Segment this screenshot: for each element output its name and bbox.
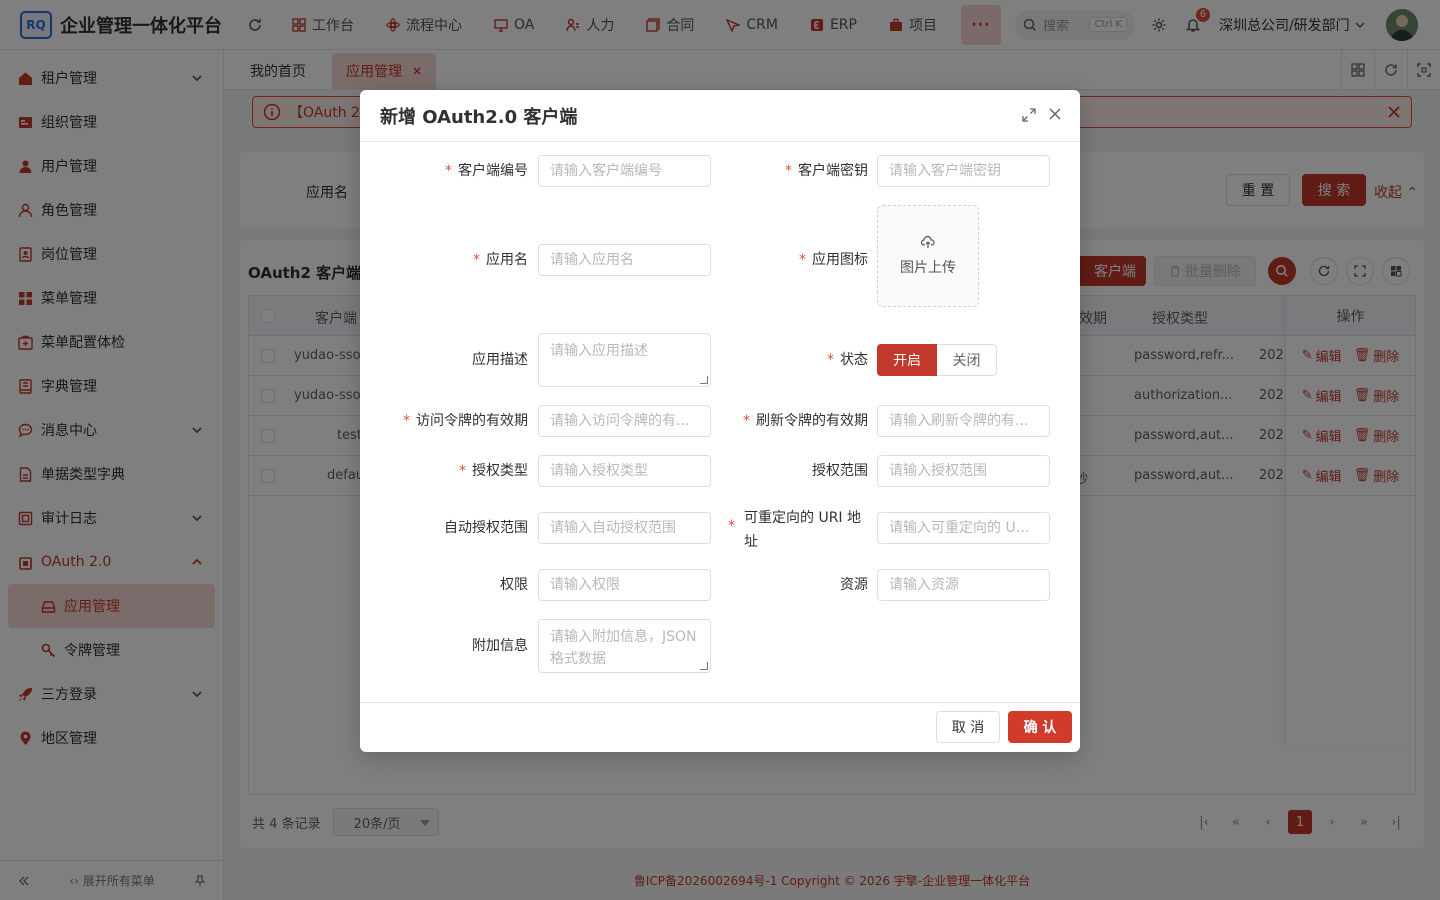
- logo-upload[interactable]: 图片上传: [877, 205, 979, 307]
- description-textarea[interactable]: 请输入应用描述: [538, 333, 711, 387]
- app-name-label: * 应用名: [473, 252, 528, 268]
- additional-info-textarea[interactable]: 请输入附加信息，JSON 格式数据: [538, 619, 711, 673]
- redirect-uri-input[interactable]: 请输入可重定向的 URI...: [877, 512, 1050, 544]
- cancel-button[interactable]: 取 消: [936, 711, 1000, 743]
- scopes-label: 授权范围: [812, 463, 868, 479]
- create-client-dialog: 新增 OAuth2.0 客户端 * 客户端编号 请输入客户端编号 * 客户端密钥 请…: [360, 90, 1080, 752]
- app-name-input[interactable]: 请输入应用名: [538, 244, 711, 276]
- description-label: 应用描述: [472, 352, 528, 368]
- close-icon[interactable]: [1048, 107, 1062, 121]
- status-label: * 状态: [827, 352, 868, 368]
- dialog-header: 新增 OAuth2.0 客户端: [360, 90, 1080, 142]
- resources-label: 资源: [840, 577, 868, 593]
- refresh-token-input[interactable]: 请输入刷新令牌的有...: [877, 405, 1050, 437]
- access-token-label: * 访问令牌的有效期: [403, 413, 528, 429]
- additional-placeholder-line2: 格式数据: [550, 651, 606, 667]
- maximize-icon[interactable]: [1022, 108, 1036, 122]
- refresh-token-label: * 刷新令牌的有效期: [743, 413, 868, 429]
- authorities-label: 权限: [500, 577, 528, 593]
- client-secret-label: * 客户端密钥: [785, 163, 868, 179]
- app-logo-label: * 应用图标: [799, 252, 868, 268]
- auto-scopes-label: 自动授权范围: [444, 520, 528, 536]
- access-token-input[interactable]: 请输入访问令牌的有...: [538, 405, 711, 437]
- resize-handle[interactable]: [700, 376, 708, 384]
- auto-scopes-input[interactable]: 请输入自动授权范围: [538, 512, 711, 544]
- client-id-input[interactable]: 请输入客户端编号: [538, 155, 711, 187]
- dialog-footer: 取 消 确 认: [360, 702, 1080, 752]
- additional-placeholder-line1: 请输入附加信息，JSON: [550, 629, 697, 645]
- scopes-input[interactable]: 请输入授权范围: [877, 455, 1050, 487]
- client-secret-input[interactable]: 请输入客户端密钥: [877, 155, 1050, 187]
- confirm-button[interactable]: 确 认: [1008, 711, 1072, 743]
- additional-info-label: 附加信息: [472, 638, 528, 654]
- grant-types-input[interactable]: 请输入授权类型: [538, 455, 711, 487]
- authorities-input[interactable]: 请输入权限: [538, 569, 711, 601]
- resize-handle[interactable]: [700, 662, 708, 670]
- status-on-button[interactable]: 开启: [877, 344, 937, 376]
- dialog-title: 新增 OAuth2.0 客户端: [380, 106, 578, 128]
- status-toggle: 开启 关闭: [877, 344, 997, 376]
- upload-cloud-icon: [921, 235, 935, 248]
- resources-input[interactable]: 请输入资源: [877, 569, 1050, 601]
- grant-types-label: * 授权类型: [459, 463, 528, 479]
- status-off-button[interactable]: 关闭: [937, 344, 997, 376]
- upload-label: 图片上传: [900, 260, 956, 276]
- client-id-label: * 客户端编号: [445, 163, 528, 179]
- redirect-uri-label: 可重定向的 URI 地 址: [744, 510, 862, 550]
- description-placeholder: 请输入应用描述: [550, 343, 648, 359]
- required-mark: *: [728, 518, 735, 534]
